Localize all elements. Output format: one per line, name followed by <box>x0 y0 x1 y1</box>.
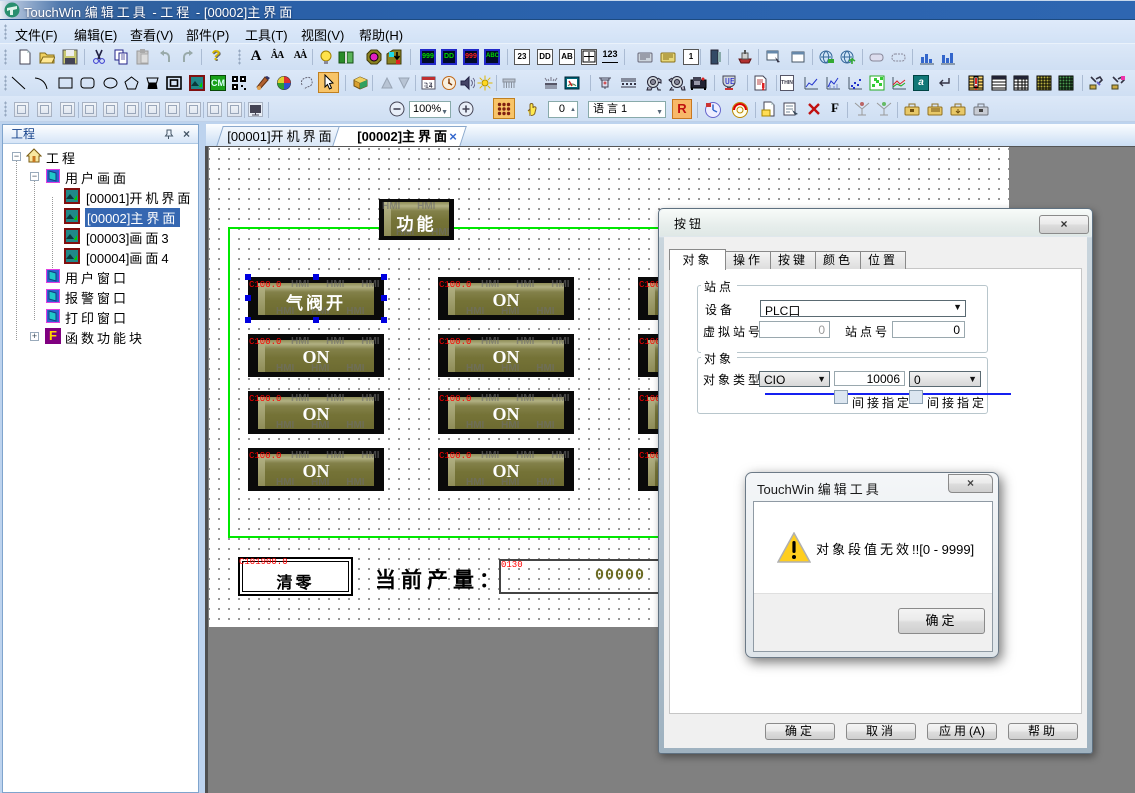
svg-text:UE: UE <box>725 77 735 86</box>
svg-text:14: 14 <box>425 83 433 90</box>
